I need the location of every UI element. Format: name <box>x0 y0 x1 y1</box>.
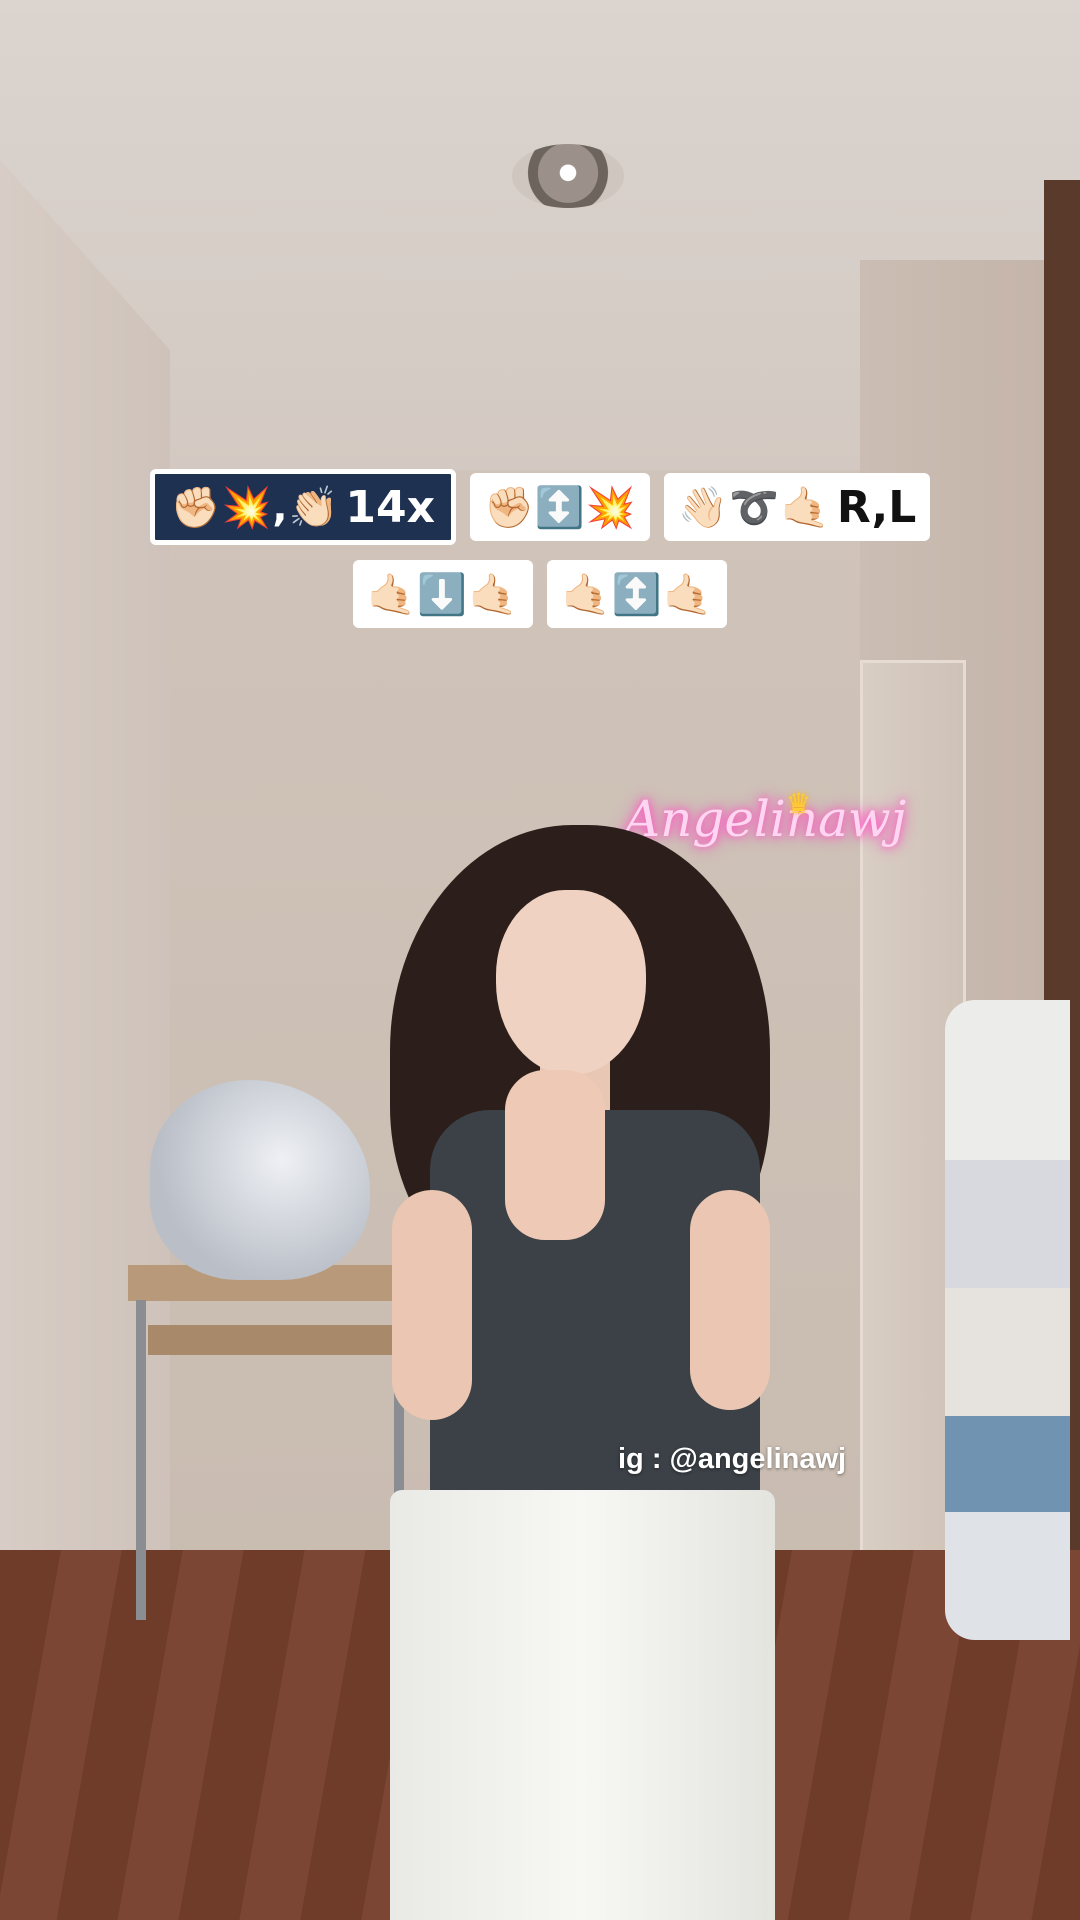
person-arm <box>690 1190 770 1410</box>
call-me-down-icon: 🤙🏻⬇️🤙🏻 <box>366 571 519 618</box>
wave-loop-call-icon: 👋🏻➰🤙🏻 <box>678 484 831 531</box>
neon-sign: Angelinawj <box>624 790 907 848</box>
table-leg <box>136 1300 146 1620</box>
person-face <box>496 890 646 1075</box>
person-hands <box>505 1070 605 1240</box>
dance-step-chip: ✊🏻↕️💥 <box>469 473 651 541</box>
step-direction-label: R,L <box>836 481 917 533</box>
fist-up-down-icon: ✊🏻↕️💥 <box>483 484 637 531</box>
crown-icon: ♛ <box>786 787 812 820</box>
person-pants <box>390 1490 775 1920</box>
call-me-up-down-icon: 🤙🏻↕️🤙🏻 <box>561 571 714 618</box>
dance-step-chip: ✊🏻💥,👏🏻 14x <box>149 469 456 545</box>
side-table-shelf <box>148 1325 403 1355</box>
step-count-label: 14x <box>345 481 435 533</box>
person-arm <box>392 1190 472 1420</box>
dance-steps-row-2: 🤙🏻⬇️🤙🏻 🤙🏻↕️🤙🏻 <box>0 560 1080 628</box>
dance-step-chip: 🤙🏻⬇️🤙🏻 <box>352 560 533 628</box>
ceiling-light <box>512 144 624 208</box>
dance-steps-row-1: ✊🏻💥,👏🏻 14x ✊🏻↕️💥 👋🏻➰🤙🏻 R,L <box>0 469 1080 545</box>
pillow-stack <box>945 1000 1070 1640</box>
instagram-handle: ig : @angelinawj <box>618 1443 847 1475</box>
fist-bump-clap-icon: ✊🏻💥,👏🏻 <box>170 484 340 531</box>
dance-step-chip: 🤙🏻↕️🤙🏻 <box>547 560 728 628</box>
dance-step-chip: 👋🏻➰🤙🏻 R,L <box>664 473 931 541</box>
video-frame: Angelinawj ♛ ✊🏻💥,👏🏻 14x ✊🏻↕️💥 👋🏻➰🤙🏻 R,L … <box>0 0 1080 1920</box>
